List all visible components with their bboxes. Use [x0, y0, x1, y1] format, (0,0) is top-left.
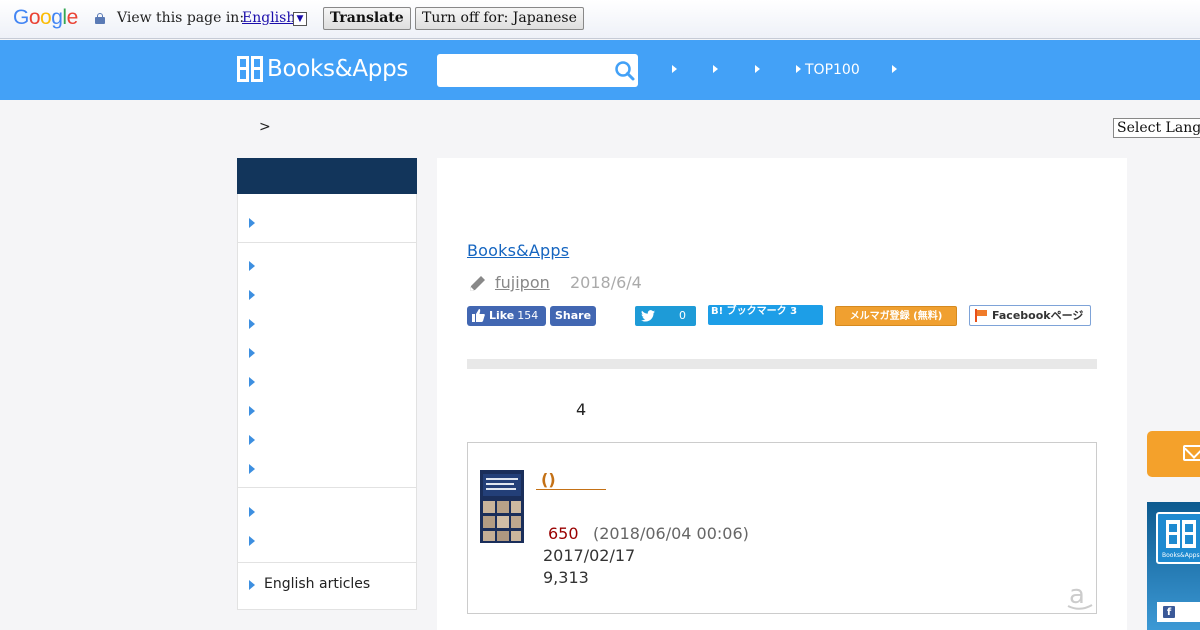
sidebar-group-3: [237, 488, 417, 563]
turn-off-button[interactable]: Turn off for: Japanese: [415, 7, 584, 30]
caret-right-icon: [249, 218, 255, 228]
search-icon[interactable]: [614, 60, 636, 82]
sidebar-item[interactable]: [238, 309, 416, 338]
like-label: Like: [489, 309, 515, 322]
breadcrumb: >: [259, 119, 271, 135]
caret-right-icon: [249, 580, 255, 590]
caret-right-icon: [249, 319, 255, 329]
logo-letter: o: [40, 6, 52, 29]
lock-icon: [95, 13, 105, 24]
caret-right-icon: [249, 464, 255, 474]
sidebar-header: [237, 158, 417, 194]
logo-letter: e: [66, 6, 79, 29]
product-title-link[interactable]: (): [536, 471, 606, 490]
nav-item-5[interactable]: [892, 61, 901, 79]
article-main: Books&Apps fujipon 2018/6/4 Like 154 Shar…: [437, 158, 1127, 630]
books-apps-logo-icon: Books&Apps: [1156, 512, 1200, 564]
caret-right-icon: [249, 348, 255, 358]
caret-right-icon: [249, 377, 255, 387]
nav-item-1[interactable]: [672, 61, 681, 79]
product-card: () 650 (2018/06/04 00:06) 2017/02/17 9,3…: [467, 442, 1097, 614]
language-link[interactable]: English: [242, 10, 295, 26]
caret-right-icon: [249, 507, 255, 517]
twitter-bird-icon: [641, 310, 655, 322]
thumbs-up-icon: [472, 309, 485, 322]
amazon-icon: a: [1067, 581, 1093, 610]
tweet-button[interactable]: 0: [635, 306, 696, 326]
caret-right-icon: [713, 65, 718, 73]
sidebar-group-2: [237, 243, 417, 488]
price-timestamp: (2018/06/04 00:06): [593, 524, 749, 543]
caret-right-icon: [249, 536, 255, 546]
envelope-icon: [1183, 445, 1200, 461]
side-banner[interactable]: Books&Apps f: [1147, 502, 1200, 630]
banner-logo-text: Books&Apps: [1162, 552, 1200, 559]
nav-label: TOP100: [805, 62, 860, 78]
google-logo: Google: [13, 6, 78, 30]
paragraph-number: 4: [576, 400, 587, 419]
caret-right-icon: [249, 261, 255, 271]
nav-item-top100[interactable]: TOP100: [796, 61, 860, 79]
site-header: Books&Apps TOP100: [0, 40, 1200, 100]
sidebar-item-label: English articles: [264, 576, 371, 592]
facebook-badge[interactable]: f: [1157, 602, 1200, 622]
books-apps-logo-icon[interactable]: [237, 56, 263, 82]
sales-rank: 9,313: [543, 568, 589, 587]
search-input[interactable]: [437, 54, 638, 87]
hatena-bookmark-button[interactable]: B! ブックマーク 3: [708, 305, 823, 325]
caret-right-icon: [672, 65, 677, 73]
sidebar-item[interactable]: [238, 454, 416, 483]
logo-letter: o: [28, 6, 41, 29]
caret-right-icon: [249, 406, 255, 416]
like-count: 154: [517, 309, 539, 322]
translate-bar: Google View this page in: English ▼ Tran…: [0, 0, 1200, 39]
mailmag-register-button[interactable]: メルマガ登録 (無料): [835, 306, 957, 326]
tweet-count: 0: [679, 309, 686, 322]
nav-item-3[interactable]: [755, 61, 764, 79]
sidebar-item[interactable]: [238, 396, 416, 425]
flag-icon: [975, 309, 987, 322]
logo-letter: G: [13, 6, 29, 29]
sidebar-item[interactable]: [238, 251, 416, 280]
sidebar-item[interactable]: [238, 338, 416, 367]
product-price: 650: [548, 524, 579, 543]
sidebar-item[interactable]: [238, 208, 416, 237]
caret-right-icon: [755, 65, 760, 73]
mail-float-button[interactable]: [1147, 431, 1200, 477]
caret-right-icon: [892, 65, 897, 73]
article-date: 2018/6/4: [570, 273, 642, 292]
site-logo-text[interactable]: Books&Apps: [267, 56, 408, 82]
language-dropdown-icon[interactable]: ▼: [293, 12, 307, 26]
pencil-icon: [470, 276, 485, 291]
facebook-share-button[interactable]: Share: [550, 306, 596, 326]
nav-item-2[interactable]: [713, 61, 722, 79]
sidebar-item[interactable]: [238, 425, 416, 454]
publish-date: 2017/02/17: [543, 546, 636, 565]
facebook-icon: f: [1163, 606, 1175, 618]
facebook-page-button[interactable]: Facebookページ: [969, 305, 1091, 326]
sidebar-item[interactable]: [238, 526, 416, 555]
facebook-page-label: Facebookページ: [992, 309, 1084, 322]
author-link[interactable]: fujipon: [495, 273, 550, 292]
sidebar-item[interactable]: [238, 280, 416, 309]
amazon-glyph: a: [1069, 581, 1085, 610]
sidebar-group-1: [237, 194, 417, 243]
logo-letter: g: [51, 6, 63, 29]
translate-button[interactable]: Translate: [323, 7, 411, 30]
facebook-like-button[interactable]: Like 154: [467, 306, 546, 326]
sidebar-group-4: English articles: [237, 563, 417, 610]
breadcrumb-separator: >: [259, 119, 271, 135]
sidebar-item-english-articles[interactable]: English articles: [238, 570, 416, 599]
sidebar-item[interactable]: [238, 497, 416, 526]
sidebar-item[interactable]: [238, 367, 416, 396]
article-title-link[interactable]: Books&Apps: [467, 241, 569, 260]
sidebar: English articles: [237, 158, 417, 610]
language-select[interactable]: Select Language: [1113, 118, 1200, 138]
divider-bar: [467, 359, 1097, 369]
view-label: View this page in:: [117, 10, 245, 26]
caret-right-icon: [249, 290, 255, 300]
caret-right-icon: [249, 435, 255, 445]
book-cover-image[interactable]: [480, 470, 524, 543]
caret-right-icon: [796, 65, 801, 73]
